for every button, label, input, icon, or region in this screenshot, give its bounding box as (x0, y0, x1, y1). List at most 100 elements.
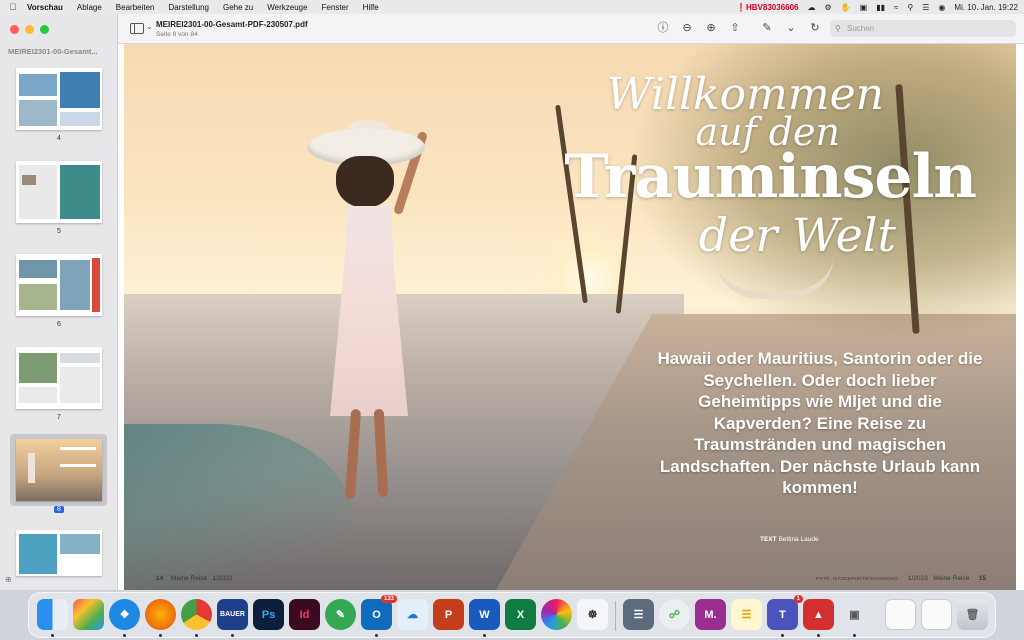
markup-pen-icon[interactable]: ✎ (760, 21, 774, 35)
headline-line-4: der Welt (698, 208, 896, 262)
sidebar-toggle-icon[interactable] (130, 23, 144, 34)
menu-bearbeiten[interactable]: Bearbeiten (109, 3, 162, 12)
intro-text: Hawaii oder Mauritius, Santorin oder die… (657, 349, 983, 497)
search-icon: ⚲ (835, 24, 841, 33)
siri-icon[interactable]: ◉ (938, 3, 945, 12)
onedrive-icon[interactable]: ☁ (397, 599, 428, 630)
thumbnail-page-6[interactable] (16, 254, 102, 316)
thumbnail-page-8[interactable] (16, 439, 102, 501)
preview-window: MEIREI2301-00-Gesamt... 4 5 6 7 8 ⊕ ⌄ ME… (0, 14, 1024, 590)
sidebar-title: MEIREI2301-00-Gesamt... (8, 47, 98, 56)
toolbar: ⌄ MEIREI2301-00-Gesamt-PDF-230507.pdf Se… (118, 14, 1024, 44)
footer-left-magazine: Meine Reise (171, 575, 208, 582)
markup-chevron-icon[interactable]: ⌄ (784, 21, 798, 35)
author-credit: TEXT Bettina Laude (760, 536, 819, 543)
menu-fenster[interactable]: Fenster (315, 3, 356, 12)
zoom-button[interactable] (40, 25, 49, 34)
downloads-stack-icon[interactable] (921, 599, 952, 630)
trash-icon[interactable]: 🗑 (957, 599, 988, 630)
video-icon[interactable]: ▣ (860, 3, 868, 12)
menu-werkzeuge[interactable]: Werkzeuge (260, 3, 314, 12)
toolbar-actions: ⓘ ⊖ ⊕ ⇧ ✎ ⌄ ↻ Ⓐ (656, 21, 846, 35)
gear-icon[interactable]: ⚙ (824, 3, 831, 12)
thumbnail-sidebar: MEIREI2301-00-Gesamt... 4 5 6 7 8 ⊕ (0, 14, 118, 590)
apple-icon[interactable]:  (6, 2, 20, 12)
bauer-app-icon[interactable]: BAUER (217, 599, 248, 630)
thumbnail-label-4: 4 (57, 135, 61, 142)
thumbnail-label-6: 6 (57, 321, 61, 328)
hand-icon[interactable]: ✋ (841, 3, 851, 12)
network-app-icon[interactable]: ☸ (577, 599, 608, 630)
cloud-icon[interactable]: ☁ (807, 3, 815, 12)
document-stack-icon[interactable] (885, 599, 916, 630)
mosaic-app-icon[interactable]: M. (695, 599, 726, 630)
hostname-warning[interactable]: ❗HBV83036606 (736, 3, 798, 12)
menu-app-name[interactable]: Vorschau (20, 3, 70, 12)
acrobat-icon[interactable]: ▲ (803, 599, 834, 630)
wifi-icon[interactable]: ≈ (894, 3, 898, 12)
dock: ❖ BAUER Ps Id ✎ O 133 ☁ P W X ☸ ☰ ☍ M. ☰ … (28, 592, 996, 638)
safari-icon[interactable]: ❖ (109, 599, 140, 630)
dock-separator (615, 601, 616, 631)
footer-left-issue: 1/2023 (212, 575, 233, 582)
chevron-down-icon[interactable]: ⌄ (146, 22, 153, 31)
footer-right-issue: 1/2023 (907, 575, 928, 582)
menu-gehe-zu[interactable]: Gehe zu (216, 3, 260, 12)
rotate-icon[interactable]: ↻ (808, 21, 822, 35)
thumbnail-page-4[interactable] (16, 68, 102, 130)
search-spotlight-icon[interactable]: ⚲ (907, 3, 913, 12)
footer-right-page: 15 (978, 575, 986, 582)
menu-darstellung[interactable]: Darstellung (162, 3, 216, 12)
battery-icon[interactable]: ▮▮ (876, 3, 885, 12)
headline-line-3: Trauminseln (564, 142, 977, 212)
footer-right-magazine: Meine Reise (933, 575, 970, 582)
teams-badge: 1 (793, 595, 803, 603)
globe-lock-icon[interactable]: ☍ (659, 599, 690, 630)
minimize-button[interactable] (25, 25, 34, 34)
headline: Willkommen auf den Trauminseln der Welt (556, 73, 996, 274)
hostname-label: HBV83036606 (746, 2, 799, 12)
firefox-icon[interactable] (145, 599, 176, 630)
control-center-icon[interactable]: ☰ (922, 3, 929, 12)
color-picker-icon[interactable] (541, 599, 572, 630)
notes-icon[interactable]: ☰ (731, 599, 762, 630)
finder-icon[interactable] (37, 599, 68, 630)
zoom-in-icon[interactable]: ⊕ (704, 21, 718, 35)
document-page-indicator: Seite 8 von 84 (156, 31, 198, 38)
teams-icon[interactable]: T1 (767, 595, 803, 630)
close-button[interactable] (10, 25, 19, 34)
excel-icon[interactable]: X (505, 599, 536, 630)
photoshop-icon[interactable]: Ps (253, 599, 284, 630)
hair (336, 156, 394, 208)
thumbnail-label-8: 8 (0, 506, 118, 513)
launchpad-icon[interactable] (73, 599, 104, 630)
thumbnail-label-7: 7 (57, 414, 61, 421)
menu-ablage[interactable]: Ablage (70, 3, 109, 12)
magazine-spread[interactable]: Willkommen auf den Trauminseln der Welt … (124, 44, 1016, 590)
add-icon[interactable]: ⊕ (5, 575, 12, 584)
outlook-icon[interactable]: O 133 (361, 595, 397, 630)
photo-credit: FOTO: ISTOCKPHOTO/SHANSOKO (816, 576, 899, 581)
preview-icon[interactable]: ▣ (839, 599, 870, 630)
search-field[interactable]: ⚲ Suchen (830, 20, 1016, 37)
footer-right: FOTO: ISTOCKPHOTO/SHANSOKO 1/2023 Meine … (816, 575, 986, 582)
server-app-icon[interactable]: ☰ (623, 599, 654, 630)
search-placeholder: Suchen (847, 24, 875, 33)
menu-hilfe[interactable]: Hilfe (356, 3, 386, 12)
thumbnail-page-7[interactable] (16, 347, 102, 409)
menu-bar:  Vorschau Ablage Bearbeiten Darstellung… (0, 0, 1024, 14)
thumbnail-page-9[interactable] (16, 530, 102, 576)
powerpoint-icon[interactable]: P (433, 599, 464, 630)
share-icon[interactable]: ⇧ (728, 21, 742, 35)
outlook-badge: 133 (380, 595, 397, 603)
word-icon[interactable]: W (469, 599, 500, 630)
pencil-app-icon[interactable]: ✎ (325, 599, 356, 630)
chrome-icon[interactable] (181, 599, 212, 630)
clock[interactable]: Mi. 10. Jan. 19:22 (954, 3, 1018, 12)
zoom-out-icon[interactable]: ⊖ (680, 21, 694, 35)
indesign-icon[interactable]: Id (289, 599, 320, 630)
footer-left-page: 14 (156, 575, 164, 582)
footer-left: 14 Meine Reise 1/2023 (156, 575, 233, 582)
thumbnail-page-5[interactable] (16, 161, 102, 223)
info-icon[interactable]: ⓘ (656, 21, 670, 35)
